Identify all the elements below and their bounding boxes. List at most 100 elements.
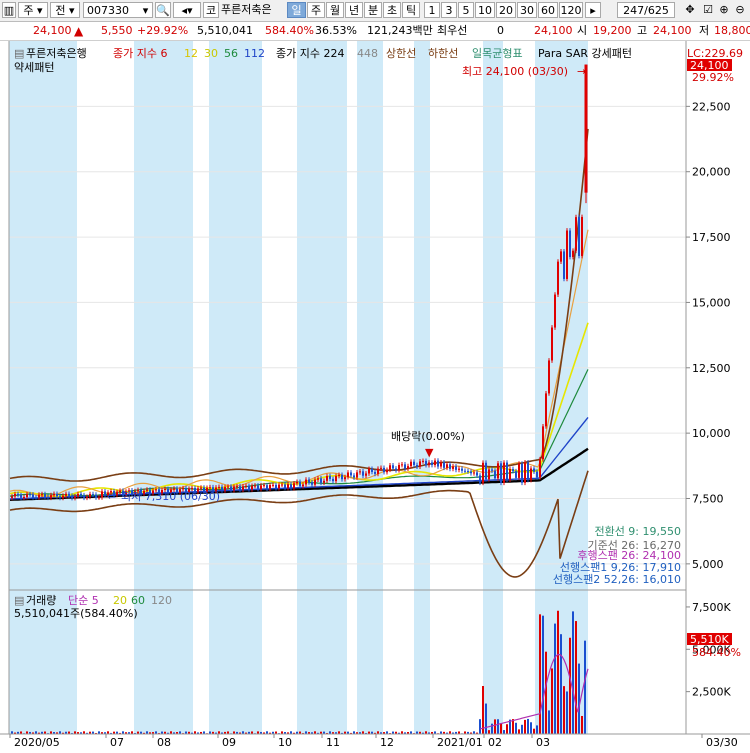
price-tick-label: 10,000 xyxy=(692,427,731,440)
candle-body xyxy=(308,479,310,483)
interval-5-label: 5 xyxy=(462,4,470,17)
candle-body xyxy=(566,230,568,279)
period-day-label: 일 xyxy=(291,4,302,17)
candle-body xyxy=(251,485,253,490)
interval-30[interactable]: 30 xyxy=(517,2,537,18)
interval-10[interactable]: 10 xyxy=(475,2,495,18)
price-tick-label: 7,500 xyxy=(692,493,724,506)
volume-bar xyxy=(554,623,556,734)
candle-body xyxy=(50,495,52,498)
candle-body xyxy=(287,484,289,488)
time-tick-label: 10 xyxy=(278,736,292,749)
search-icon[interactable]: 🔍 xyxy=(155,2,171,18)
candle-body xyxy=(323,480,325,483)
candle-body xyxy=(542,426,544,460)
candle-body xyxy=(377,468,379,474)
candle-body xyxy=(464,470,466,472)
candle-body xyxy=(461,468,463,471)
interval-3[interactable]: 3 xyxy=(441,2,457,18)
interval-120-label: 120 xyxy=(560,4,582,17)
stock-name: 푸른저축은 xyxy=(221,2,285,18)
quote-bar: 24,100 ▲ 5,550 +29.92% 5,510,041 584.40%… xyxy=(0,22,750,41)
candle-body xyxy=(44,494,46,497)
time-tick-label: 11 xyxy=(326,736,340,749)
legend-ichimoku: 일목균형표 xyxy=(472,46,523,60)
volume-bar xyxy=(521,724,523,734)
candle-body xyxy=(446,464,448,468)
period-tick[interactable]: 틱 xyxy=(402,2,420,18)
candle-body xyxy=(476,472,478,476)
candle-body xyxy=(341,474,343,480)
candle-body xyxy=(305,479,307,485)
quote-price: 24,100 xyxy=(33,24,72,37)
layout-icon[interactable]: ▥ xyxy=(2,2,16,18)
interval-10-label: 10 xyxy=(478,4,492,17)
stock-chart[interactable]: 22,500 20,000 17,500 15,000 12,500 10,000 7,50… xyxy=(0,41,750,750)
candle-body xyxy=(413,461,415,466)
zoom-out-icon[interactable]: ⊖ xyxy=(732,2,748,18)
period-month[interactable]: 월 xyxy=(326,2,344,18)
candle-body xyxy=(539,459,541,478)
candle-body xyxy=(386,469,388,473)
period-minute[interactable]: 분 xyxy=(364,2,382,18)
candle-body xyxy=(62,495,64,498)
candle-body xyxy=(545,393,547,427)
candle-body xyxy=(482,462,484,483)
volume-tag-rate: 584.40% xyxy=(692,646,741,659)
candle-body xyxy=(380,467,382,469)
period-tick-label: 틱 xyxy=(405,4,417,17)
legend-ma448: 448 xyxy=(357,47,378,60)
volume-bar xyxy=(551,668,553,734)
candle-body xyxy=(266,485,268,489)
candle-body xyxy=(569,230,571,258)
interval-60-label: 60 xyxy=(541,4,555,17)
interval-scroll-icon[interactable]: ▸ xyxy=(585,2,601,18)
quote-high-label: 고 xyxy=(637,24,648,37)
zoom-in-icon[interactable]: ⊕ xyxy=(716,2,732,18)
checkbox-icon[interactable]: ☑ xyxy=(700,2,716,18)
candle-body xyxy=(68,493,70,496)
period-day[interactable]: 일 xyxy=(287,2,306,18)
legend-pattern: 약세패턴 xyxy=(14,60,54,74)
interval-60[interactable]: 60 xyxy=(538,2,558,18)
candle-body xyxy=(353,475,355,478)
code-dropdown-icon[interactable]: ▾ xyxy=(139,2,153,18)
volume-bar xyxy=(524,719,526,734)
candle-body xyxy=(56,493,58,497)
period-week[interactable]: 주 xyxy=(307,2,325,18)
chart-area[interactable]: 22,500 20,000 17,500 15,000 12,500 10,000 7,50… xyxy=(0,41,750,750)
volume-tag-value: 5,510K xyxy=(690,633,729,646)
candle-body xyxy=(329,476,331,479)
period-year[interactable]: 년 xyxy=(345,2,363,18)
quote-open-label: 시 xyxy=(577,24,588,37)
interval-5[interactable]: 5 xyxy=(458,2,474,18)
high-annotation: 최고 24,100 (03/30) xyxy=(462,65,568,78)
candle-body xyxy=(371,468,373,472)
period-minute-label: 분 xyxy=(367,4,379,17)
candle-body xyxy=(431,462,433,466)
candle-body xyxy=(359,471,361,473)
candle-body xyxy=(560,251,562,262)
interval-1[interactable]: 1 xyxy=(424,2,440,18)
price-tick-label: 20,000 xyxy=(692,166,731,179)
quote-change-rate: +29.92% xyxy=(137,24,189,37)
ichimoku-conversion: 전환선 9: 19,550 xyxy=(594,525,681,538)
candle-body xyxy=(488,469,490,480)
stock-name-text: 푸른저축은 xyxy=(221,3,272,16)
quote-low: 18,800 xyxy=(714,24,750,37)
speaker-icon[interactable]: ◂▾ xyxy=(173,2,201,18)
candle-body xyxy=(584,64,588,193)
quote-pref-value: 0 xyxy=(497,24,504,37)
market-select[interactable]: 주 ▾ xyxy=(18,2,48,18)
volume-bar xyxy=(527,718,529,734)
crosshair-icon[interactable]: ✥ xyxy=(681,2,699,18)
candle-body xyxy=(536,471,538,478)
legend-ma30: 30 xyxy=(204,47,218,60)
type-select[interactable]: 전 ▾ xyxy=(50,2,80,18)
time-tick-label: 08 xyxy=(157,736,171,749)
interval-120[interactable]: 120 xyxy=(559,2,583,18)
period-second[interactable]: 초 xyxy=(383,2,401,18)
interval-20[interactable]: 20 xyxy=(496,2,516,18)
candle-body xyxy=(218,486,220,488)
candle-body xyxy=(77,493,79,497)
